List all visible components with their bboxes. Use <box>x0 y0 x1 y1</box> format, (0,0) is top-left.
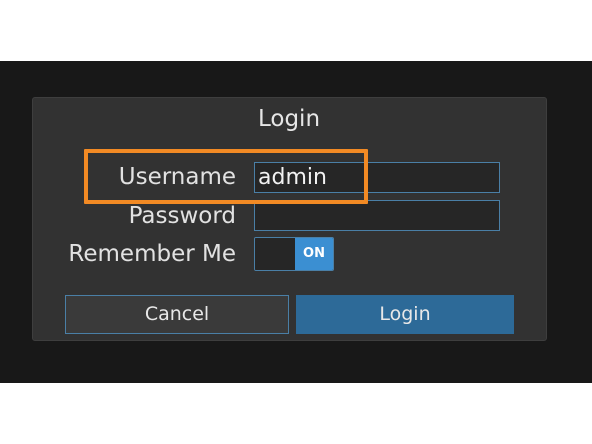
cancel-button[interactable]: Cancel <box>65 295 289 334</box>
toggle-on-label: ON <box>295 238 333 270</box>
toggle-thumb <box>255 238 296 270</box>
remember-me-label: Remember Me <box>68 241 236 267</box>
remember-me-toggle[interactable]: ON <box>254 237 334 271</box>
dialog-title: Login <box>257 106 321 132</box>
password-label: Password <box>128 203 236 229</box>
username-label: Username <box>118 164 236 190</box>
username-input[interactable] <box>254 162 500 193</box>
login-button[interactable]: Login <box>296 295 514 334</box>
password-input[interactable] <box>254 200 500 231</box>
